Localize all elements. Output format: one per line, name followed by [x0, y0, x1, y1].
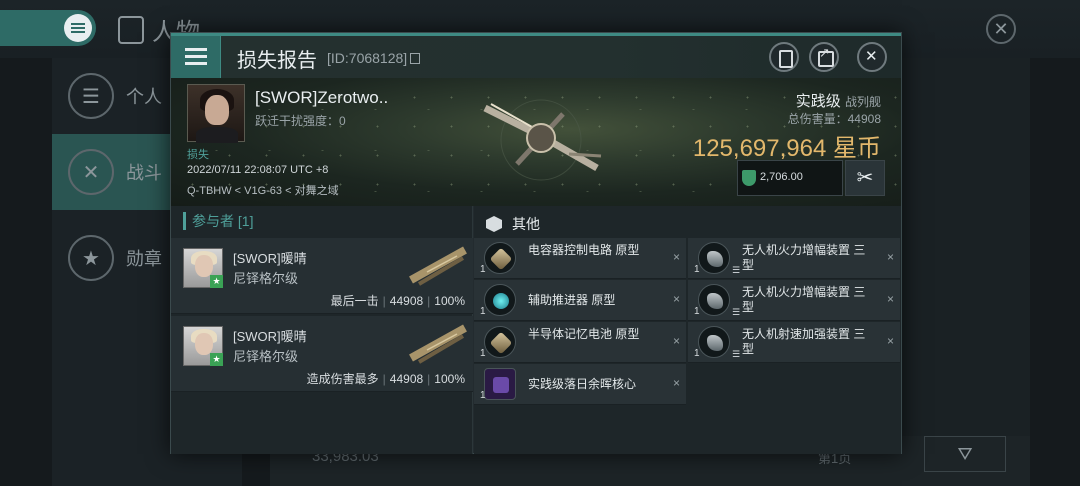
star-badge-icon: ★	[68, 235, 114, 281]
participant-ship-image	[409, 324, 467, 364]
character-icon	[118, 15, 144, 44]
victim-name[interactable]: [SWOR]Zerotwo..	[255, 88, 388, 108]
close-icon[interactable]: ×	[673, 292, 680, 306]
loss-tag: 损失	[187, 149, 209, 161]
star-icon: ★	[210, 275, 223, 288]
thruster-icon	[484, 284, 516, 316]
item-row[interactable]: 1 ☰ 无人机火力增幅装置 三型 ×	[688, 280, 900, 321]
dialog-menu-button[interactable]	[171, 36, 221, 78]
close-icon[interactable]: ×	[887, 334, 894, 348]
warp-scramble-strength: 跃迁干扰强度：0	[255, 114, 346, 128]
background-close-icon[interactable]: ✕	[986, 14, 1016, 44]
close-icon[interactable]: ×	[673, 334, 680, 348]
dialog-header: 损失报告 [ID:7068128]	[171, 33, 901, 78]
star-icon: ★	[210, 353, 223, 366]
participant-row[interactable]: ★ [SWOR]暖晴 尼铎格尔级 造成伤害最多 | 44908 | 100%	[171, 316, 473, 392]
menu-icon	[64, 14, 92, 42]
kill-location[interactable]: Q-TBHW < V1G-63 < 对舞之域	[187, 182, 339, 198]
drone-rof-icon	[698, 326, 730, 358]
loss-report-dialog: 损失报告 [ID:7068128] [SWOR]Zerotwo.. 跃迁干扰强度…	[170, 32, 902, 454]
participant-stats: 造成伤害最多 | 44908 | 100%	[306, 372, 465, 386]
participant-portrait[interactable]: ★	[183, 326, 223, 366]
item-row[interactable]: 1 ☰ 无人机火力增幅装置 三型 ×	[688, 238, 900, 279]
crossed-swords-icon: ✕	[68, 149, 114, 195]
fitting-tools-button[interactable]: ✂	[845, 160, 885, 196]
copy-icon[interactable]	[410, 53, 421, 64]
victim-ship-image[interactable]	[471, 84, 611, 194]
ship-class: 实践级 战列舰	[795, 93, 881, 110]
background-right-panel	[902, 58, 1030, 486]
dialog-title: 损失报告	[237, 50, 317, 72]
drone-damage-icon	[698, 284, 730, 316]
item-row[interactable]: 1 实践级落日余晖核心 ×	[474, 364, 686, 405]
main-menu-button[interactable]	[0, 10, 96, 46]
item-row[interactable]: 1 ☰ 无人机射速加强装置 三型 ×	[688, 322, 900, 363]
item-row[interactable]: 1 半导体记忆电池 原型 ×	[474, 322, 686, 363]
menu-icon: ☰	[68, 73, 114, 119]
close-icon[interactable]: ×	[887, 250, 894, 264]
close-icon[interactable]: ×	[673, 250, 680, 264]
total-damage: 总伤害量：44908	[787, 112, 881, 126]
participant-ship: 尼铎格尔级	[233, 271, 299, 286]
participant-portrait[interactable]: ★	[183, 248, 223, 288]
report-id[interactable]: [ID:7068128]	[327, 50, 421, 66]
participants-header: 参与者 [1]	[183, 212, 253, 230]
shield-icon	[742, 170, 756, 186]
close-icon[interactable]: ×	[673, 376, 680, 390]
ledger-value-box[interactable]: 2,706.00	[737, 160, 843, 196]
isk-value: 125,697,964 星币	[692, 135, 881, 162]
dropped-items-panel: 其他 1 电容器控制电路 原型 × 1 辅助推进器 原型 × 1 半导体记忆电池…	[474, 206, 901, 454]
item-row[interactable]: 1 电容器控制电路 原型 ×	[474, 238, 686, 279]
participant-name: [SWOR]暖晴	[233, 251, 307, 266]
victim-portrait[interactable]	[187, 84, 245, 143]
core-icon	[484, 368, 516, 400]
cargo-box-icon	[486, 216, 502, 232]
close-icon[interactable]: ×	[887, 292, 894, 306]
clipboard-button[interactable]	[769, 42, 799, 72]
close-button[interactable]	[857, 42, 887, 72]
participant-name: [SWOR]暖晴	[233, 329, 307, 344]
victim-banner: [SWOR]Zerotwo.. 跃迁干扰强度：0 损失 2022/07/11 2…	[171, 78, 901, 206]
items-header: 其他	[486, 214, 540, 234]
participant-row[interactable]: ★ [SWOR]暖晴 尼铎格尔级 最后一击 | 44908 | 100%	[171, 238, 473, 314]
participants-panel: 参与者 [1] ★ [SWOR]暖晴 尼铎格尔级 最后一击 | 44908 | 100%…	[171, 206, 473, 454]
memory-cell-icon	[484, 326, 516, 358]
participant-ship-image	[409, 246, 467, 286]
participant-stats: 最后一击 | 44908 | 100%	[330, 294, 465, 308]
item-row[interactable]: 1 辅助推进器 原型 ×	[474, 280, 686, 321]
share-button[interactable]	[809, 42, 839, 72]
capacitor-circuit-icon	[484, 242, 516, 274]
filter-icon[interactable]: ⛛	[924, 436, 1006, 472]
participant-ship: 尼铎格尔级	[233, 349, 299, 364]
kill-datetime: 2022/07/11 22:08:07 UTC +8	[187, 164, 329, 176]
drone-damage-icon	[698, 242, 730, 274]
